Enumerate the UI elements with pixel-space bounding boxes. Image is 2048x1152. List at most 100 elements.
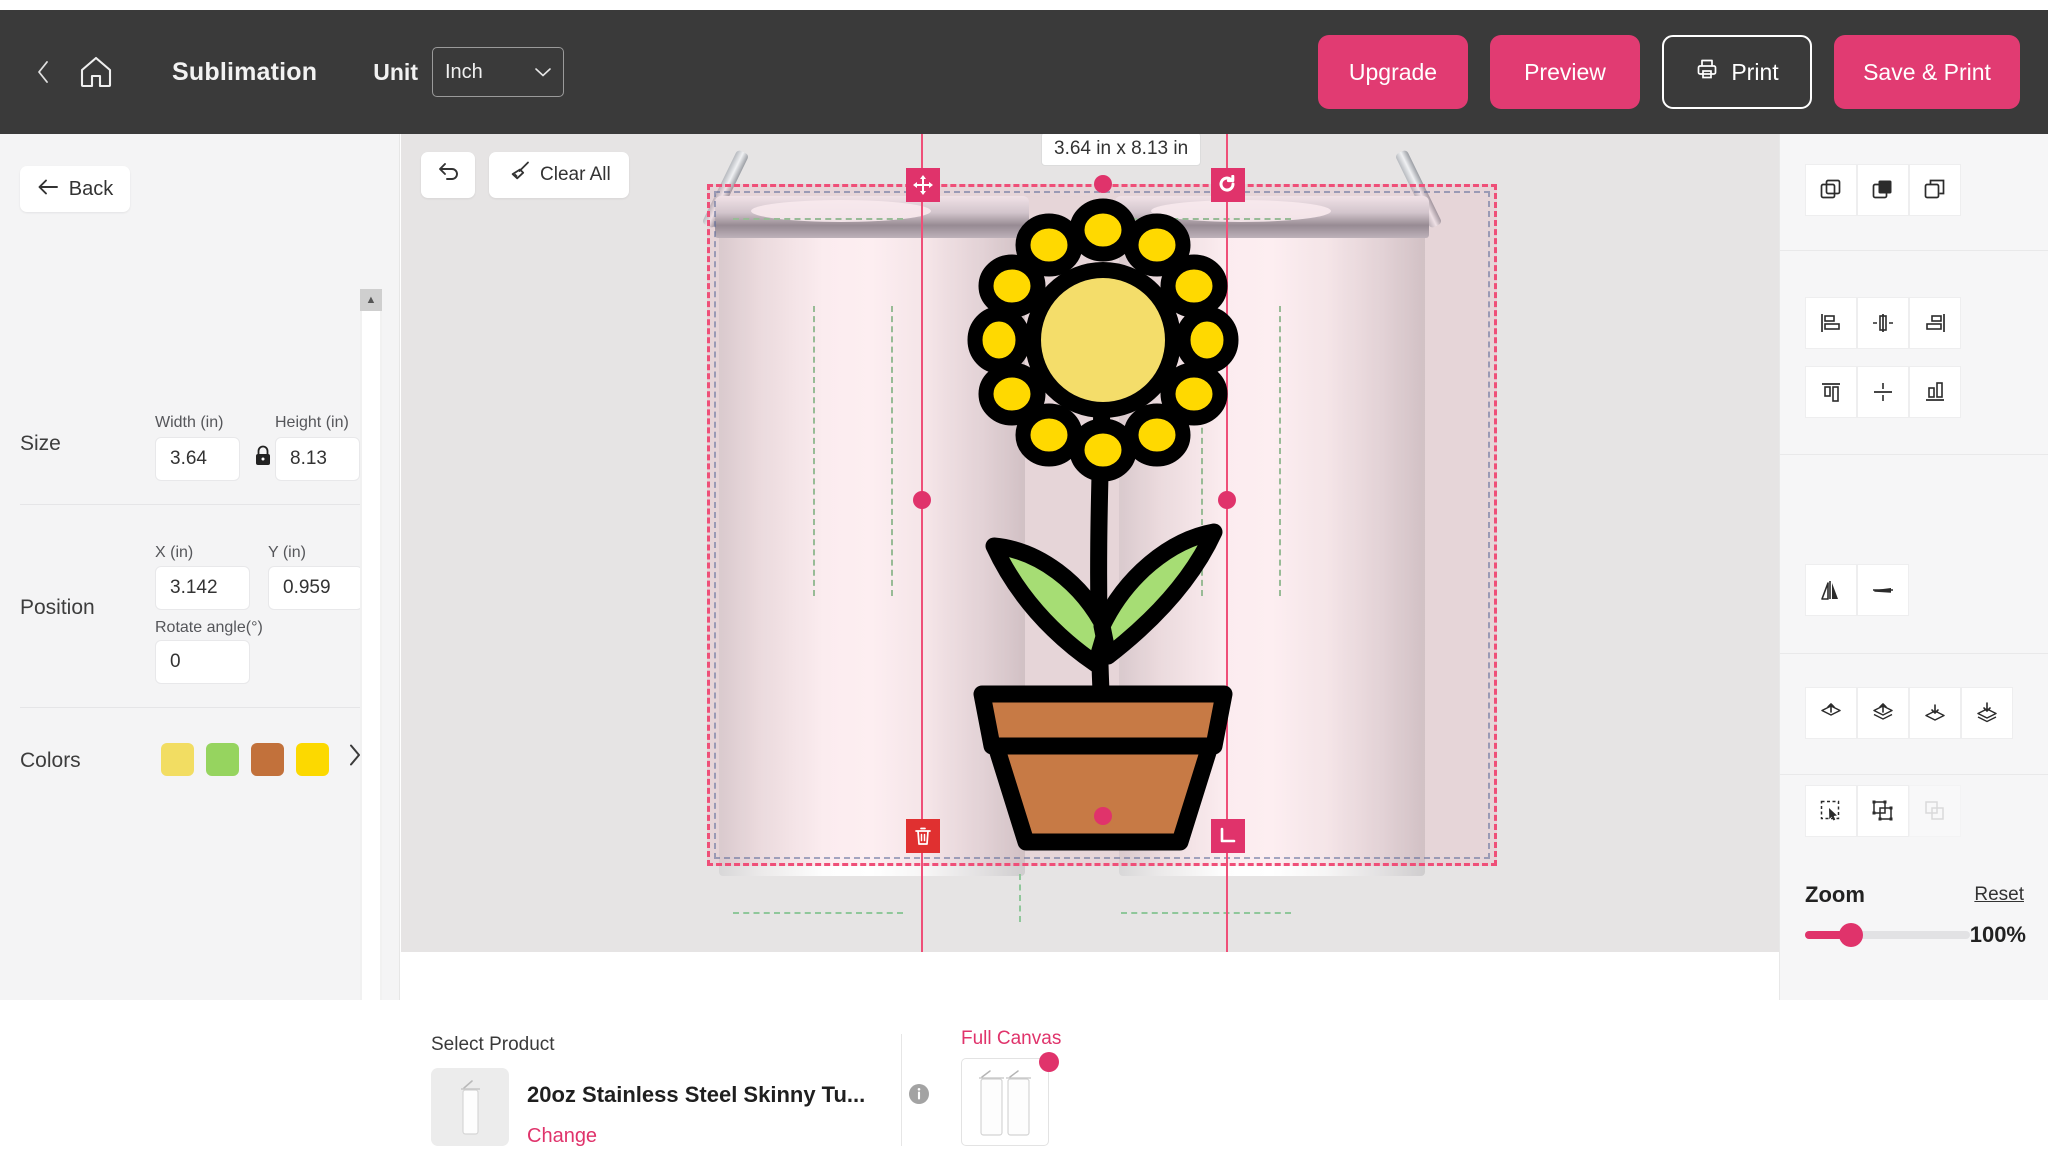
resize-handle[interactable] [1211,819,1245,853]
product-name: 20oz Stainless Steel Skinny Tu... [527,1082,866,1107]
height-input[interactable]: 8.13 [275,437,360,481]
height-field-label: Height (in) [275,414,349,431]
color-swatch[interactable] [161,743,194,776]
x-field-label: X (in) [155,544,194,561]
clear-all-label: Clear All [540,164,611,185]
page-title: Sublimation [172,57,318,86]
divider [901,1034,902,1146]
change-product-button[interactable]: Change [527,1125,597,1148]
align-left-icon[interactable] [1805,297,1857,349]
colors-section-label: Colors [20,749,81,772]
back-button[interactable]: Back [20,166,130,212]
flip-vertical-icon[interactable] [1857,564,1909,616]
back-chevron-icon[interactable] [30,52,56,92]
left-properties-panel: Back Size Width (in) 3.64 Height (in) 8.… [0,134,400,1119]
upgrade-button[interactable]: Upgrade [1318,35,1468,109]
bring-forward-icon[interactable] [1857,164,1909,216]
flip-horizontal-icon[interactable] [1805,564,1857,616]
full-canvas-thumbnail[interactable] [961,1058,1049,1146]
rotate-input[interactable]: 0 [155,640,250,684]
zoom-label: Zoom [1805,882,1865,907]
undo-icon [436,161,460,189]
resize-handle-left[interactable] [913,491,931,509]
top-actions: Upgrade Preview Print Save & Print [1318,35,2048,109]
scroll-up-arrow-icon[interactable]: ▲ [360,289,382,311]
rotate-field-label: Rotate angle(°) [155,619,263,636]
width-input[interactable]: 3.64 [155,437,240,481]
y-field-label: Y (in) [268,544,306,561]
group-icon[interactable] [1857,785,1909,837]
product-thumbnail[interactable] [431,1068,509,1146]
move-handle[interactable] [906,168,940,202]
rotate-handle[interactable] [1211,168,1245,202]
bring-forward-layer-icon[interactable] [1857,687,1909,739]
send-backward-icon[interactable] [1909,687,1961,739]
color-swatch[interactable] [206,743,239,776]
clear-all-button[interactable]: Clear All [489,152,629,198]
divider [1780,774,2048,775]
print-guide [733,912,903,914]
color-swatch[interactable] [251,743,284,776]
y-input[interactable]: 0.959 [268,566,363,610]
bring-to-front-icon[interactable] [1805,687,1857,739]
align-bottom-icon[interactable] [1909,366,1961,418]
align-vertical-group [1805,366,1961,418]
bottom-bar: Select Product 20oz Stainless Steel Skin… [0,1000,2048,1152]
divider [1780,653,2048,654]
print-button-label: Print [1731,58,1779,85]
duplicate-tool-group [1805,164,1961,216]
unit-select[interactable]: Inch [431,47,564,97]
select-group [1805,785,1961,837]
sublimation-editor: Sublimation Unit Inch Upgrade Preview Pr… [0,0,2048,1152]
align-horizontal-group [1805,297,1961,349]
delete-handle[interactable] [906,819,940,853]
color-swatch[interactable] [296,743,329,776]
select-tool-icon[interactable] [1805,785,1857,837]
align-top-icon[interactable] [1805,366,1857,418]
lock-icon[interactable] [253,444,273,473]
left-panel-scrollbar[interactable]: ▲ ▼ [360,289,382,1119]
align-center-horizontal-icon[interactable] [1857,297,1909,349]
info-icon[interactable] [907,1082,931,1106]
duplicate-icon[interactable] [1805,164,1857,216]
divider [1780,454,2048,455]
right-tools-panel: Zoom Reset 100% [1779,134,2048,1000]
zoom-reset-button[interactable]: Reset [1974,884,2024,906]
home-icon[interactable] [70,46,122,98]
chevron-down-icon [535,61,551,84]
top-toolbar: Sublimation Unit Inch Upgrade Preview Pr… [0,10,2048,134]
artwork-sunflower[interactable] [956,194,1251,854]
back-button-label: Back [68,177,114,200]
full-canvas-label: Full Canvas [961,1028,1062,1049]
unit-label: Unit [373,58,418,85]
width-field-label: Width (in) [155,414,224,431]
preview-button[interactable]: Preview [1490,35,1640,109]
send-to-back-icon[interactable] [1961,687,2013,739]
print-guide [1019,874,1021,922]
divider [20,707,360,708]
broom-icon [507,160,531,190]
flip-group [1805,564,1909,616]
print-button[interactable]: Print [1662,35,1812,109]
select-product-label: Select Product [431,1034,555,1055]
product-selector-bar: Select Product 20oz Stainless Steel Skin… [401,1020,2048,1152]
scrollbar-track[interactable] [362,311,380,1097]
dimension-badge: 3.64 in x 8.13 in [1041,134,1202,166]
canvas-toolbar: Clear All [421,152,629,198]
resize-handle-top[interactable] [1094,175,1112,193]
zoom-slider-knob[interactable] [1839,923,1863,947]
zoom-slider[interactable] [1805,923,1970,947]
design-canvas[interactable]: 3.64 in x 8.13 in Clear All [401,134,1779,952]
zoom-percent: 100% [1969,922,2026,947]
undo-button[interactable] [421,152,475,198]
copy-icon[interactable] [1909,164,1961,216]
align-right-icon[interactable] [1909,297,1961,349]
resize-handle-bottom[interactable] [1094,807,1112,825]
align-center-vertical-icon[interactable] [1857,366,1909,418]
resize-handle-right[interactable] [1218,491,1236,509]
arrow-left-icon [37,178,59,201]
print-guide [1121,912,1291,914]
save-and-print-button[interactable]: Save & Print [1834,35,2020,109]
x-input[interactable]: 3.142 [155,566,250,610]
divider [1780,250,2048,251]
